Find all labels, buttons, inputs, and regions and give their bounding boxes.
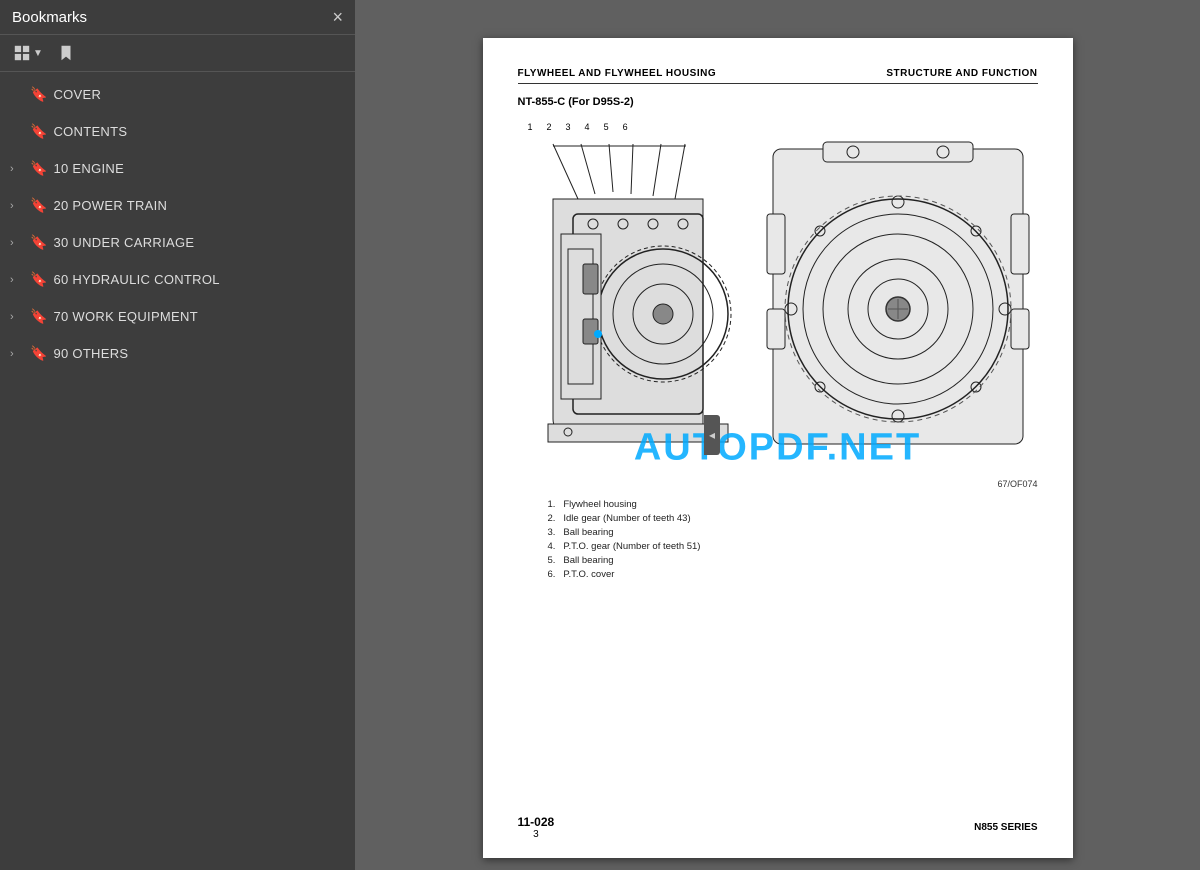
chevron-work-equipment: › [10, 311, 24, 323]
parts-num-4: 4. [548, 541, 556, 552]
parts-item-6: 6. P.T.O. cover [548, 569, 1038, 580]
right-diagram-svg: .thin{stroke:#222;stroke-width:1;fill:no… [763, 134, 1033, 464]
view-options-button[interactable]: ▼ [10, 41, 46, 65]
bookmark-icon-hydraulic: 🔖 [30, 271, 47, 288]
sidebar-item-power-train[interactable]: › 🔖 20 POWER TRAIN [0, 187, 355, 224]
chevron-engine: › [10, 163, 24, 175]
collapse-sidebar-button[interactable]: ◂ [704, 415, 720, 455]
parts-num-6: 6. [548, 569, 556, 580]
bookmark-icon-contents: 🔖 [30, 123, 47, 140]
left-diagram-svg: .thin{stroke:#222;stroke-width:1;fill:no… [523, 134, 753, 464]
sidebar: Bookmarks × ▼ 🔖 COVER 🔖 CONTENTS [0, 0, 355, 870]
toolbar-row: ▼ [0, 35, 355, 72]
sidebar-item-label-engine: 10 ENGINE [53, 161, 124, 176]
dropdown-arrow: ▼ [33, 48, 43, 59]
header-right-text: STRUCTURE AND FUNCTION [886, 68, 1037, 79]
pdf-page: FLYWHEEL AND FLYWHEEL HOUSING STRUCTURE … [483, 38, 1073, 858]
parts-item-1: 1. Flywheel housing [548, 499, 1038, 510]
parts-list: 1. Flywheel housing 2. Idle gear (Number… [518, 499, 1038, 580]
sidebar-item-label-hydraulic: 60 HYDRAULIC CONTROL [53, 272, 219, 287]
page-number: 11-028 3 [518, 815, 555, 840]
sidebar-item-engine[interactable]: › 🔖 10 ENGINE [0, 150, 355, 187]
bookmark-icon-power-train: 🔖 [30, 197, 47, 214]
sidebar-item-contents[interactable]: 🔖 CONTENTS [0, 113, 355, 150]
bookmark-icon-work-equipment: 🔖 [30, 308, 47, 325]
chevron-placeholder [10, 126, 24, 138]
num-labels-row: 1 2 3 4 5 6 [518, 122, 1038, 132]
collapse-arrow-icon: ◂ [709, 428, 715, 442]
parts-num-3: 3. [548, 527, 556, 538]
parts-desc-1: Flywheel housing [558, 499, 637, 510]
chevron-power-train: › [10, 200, 24, 212]
chevron-placeholder [10, 89, 24, 101]
sidebar-item-label-under-carriage: 30 UNDER CARRIAGE [53, 235, 194, 250]
parts-desc-2: Idle gear (Number of teeth 43) [558, 513, 691, 524]
sidebar-item-label-power-train: 20 POWER TRAIN [53, 198, 167, 213]
bookmark-add-button[interactable] [54, 41, 78, 65]
parts-desc-5: Ball bearing [558, 555, 613, 566]
bookmark-icon-others: 🔖 [30, 345, 47, 362]
main-content: FLYWHEEL AND FLYWHEEL HOUSING STRUCTURE … [355, 0, 1200, 870]
diagram-area: .thin{stroke:#222;stroke-width:1;fill:no… [518, 134, 1038, 469]
close-button[interactable]: × [332, 8, 343, 26]
bookmark-icon [57, 44, 75, 62]
parts-num-5: 5. [548, 555, 556, 566]
num-label-4: 4 [585, 122, 590, 132]
num-label-3: 3 [566, 122, 571, 132]
parts-item-5: 5. Ball bearing [548, 555, 1038, 566]
parts-num-1: 1. [548, 499, 556, 510]
parts-num-2: 2. [548, 513, 556, 524]
bookmark-list: 🔖 COVER 🔖 CONTENTS › 🔖 10 ENGINE › 🔖 20 … [0, 72, 355, 870]
page-number-sub: 3 [518, 829, 555, 840]
right-diagram: .thin{stroke:#222;stroke-width:1;fill:no… [763, 134, 1033, 469]
image-code: 67/OF074 [518, 479, 1038, 489]
parts-desc-4: P.T.O. gear (Number of teeth 51) [558, 541, 700, 552]
sidebar-item-label-contents: CONTENTS [53, 124, 127, 139]
sidebar-item-work-equipment[interactable]: › 🔖 70 WORK EQUIPMENT [0, 298, 355, 335]
chevron-hydraulic: › [10, 274, 24, 286]
sidebar-title: Bookmarks [12, 9, 87, 26]
sidebar-item-hydraulic[interactable]: › 🔖 60 HYDRAULIC CONTROL [0, 261, 355, 298]
parts-item-3: 3. Ball bearing [548, 527, 1038, 538]
num-label-1: 1 [528, 122, 533, 132]
bookmark-icon-under-carriage: 🔖 [30, 234, 47, 251]
sidebar-item-label-work-equipment: 70 WORK EQUIPMENT [53, 309, 198, 324]
num-label-5: 5 [604, 122, 609, 132]
series-label: N855 SERIES [974, 822, 1037, 833]
header-left-text: FLYWHEEL AND FLYWHEEL HOUSING [518, 68, 717, 79]
chevron-under-carriage: › [10, 237, 24, 249]
sidebar-item-label-cover: COVER [53, 87, 101, 102]
parts-desc-3: Ball bearing [558, 527, 613, 538]
sidebar-item-under-carriage[interactable]: › 🔖 30 UNDER CARRIAGE [0, 224, 355, 261]
num-label-2: 2 [547, 122, 552, 132]
sidebar-item-cover[interactable]: 🔖 COVER [0, 76, 355, 113]
sidebar-item-label-others: 90 OTHERS [53, 346, 128, 361]
page-number-main: 11-028 [518, 815, 555, 829]
parts-item-4: 4. P.T.O. gear (Number of teeth 51) [548, 541, 1038, 552]
sidebar-header: Bookmarks × [0, 0, 355, 35]
grid-icon [13, 44, 31, 62]
page-footer: 11-028 3 N855 SERIES [518, 815, 1038, 840]
parts-desc-6: P.T.O. cover [558, 569, 614, 580]
parts-item-2: 2. Idle gear (Number of teeth 43) [548, 513, 1038, 524]
bookmark-icon-cover: 🔖 [30, 86, 47, 103]
section-title: NT-855-C (For D95S-2) [518, 96, 1038, 108]
chevron-others: › [10, 348, 24, 360]
page-header: FLYWHEEL AND FLYWHEEL HOUSING STRUCTURE … [518, 68, 1038, 84]
sidebar-item-others[interactable]: › 🔖 90 OTHERS [0, 335, 355, 372]
num-label-6: 6 [623, 122, 628, 132]
bookmark-icon-engine: 🔖 [30, 160, 47, 177]
page-wrapper: FLYWHEEL AND FLYWHEEL HOUSING STRUCTURE … [355, 0, 1200, 870]
